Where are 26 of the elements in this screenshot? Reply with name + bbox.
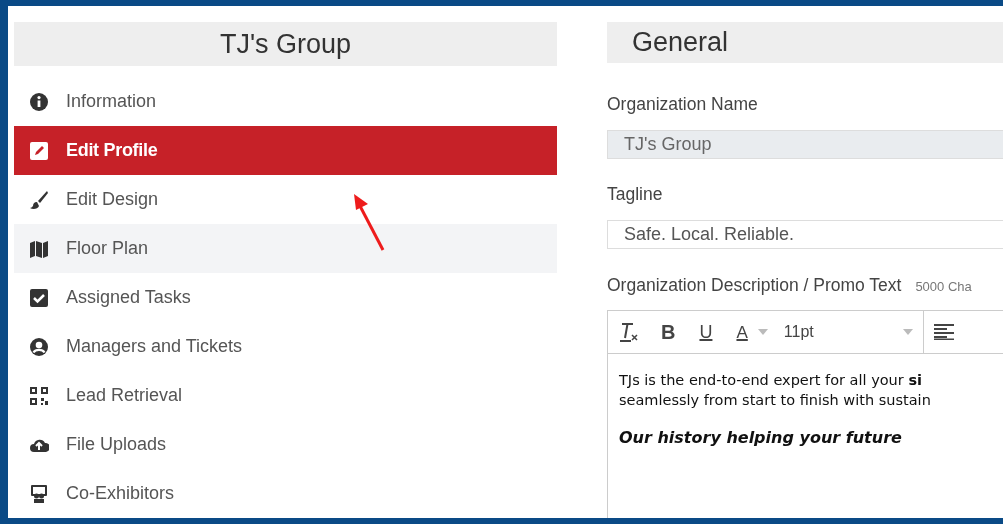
- user-icon: [29, 336, 49, 357]
- character-limit-hint: 5000 Cha: [915, 278, 972, 296]
- sidebar-title: TJ's Group: [14, 22, 557, 66]
- sidebar-item[interactable]: Floor Plan: [14, 224, 557, 273]
- editor-paragraph: TJs is the end-to-end expert for all your si seamlessly from start to finish with sustain: [619, 371, 932, 411]
- panel-title: General: [607, 22, 1003, 63]
- caret-icon: [902, 329, 913, 336]
- editor-heading: Our history helping your future: [619, 427, 903, 450]
- text-color-button[interactable]: A: [736, 319, 748, 345]
- underline-button[interactable]: U: [699, 318, 713, 346]
- bold-button[interactable]: B: [661, 317, 676, 348]
- font-size-dropdown[interactable]: 11pt: [783, 311, 924, 354]
- clear-formatting-icon[interactable]: [619, 321, 639, 344]
- info-icon: [29, 91, 49, 112]
- checkbox-icon: [29, 287, 49, 308]
- brush-icon: [29, 189, 49, 210]
- qr-code-icon: [29, 385, 49, 406]
- people-icon: [29, 483, 49, 504]
- field-label: Organization Description / Promo Text: [607, 274, 902, 297]
- field-label: Tagline: [607, 182, 664, 206]
- align-left-icon[interactable]: [933, 324, 954, 341]
- sidebar-item[interactable]: Edit Profile: [14, 126, 557, 175]
- tagline-field[interactable]: Safe. Local. Reliable.: [607, 220, 1003, 249]
- map-icon: [29, 238, 49, 259]
- edit-icon: [29, 140, 49, 161]
- field-label: Organization Name: [607, 92, 759, 116]
